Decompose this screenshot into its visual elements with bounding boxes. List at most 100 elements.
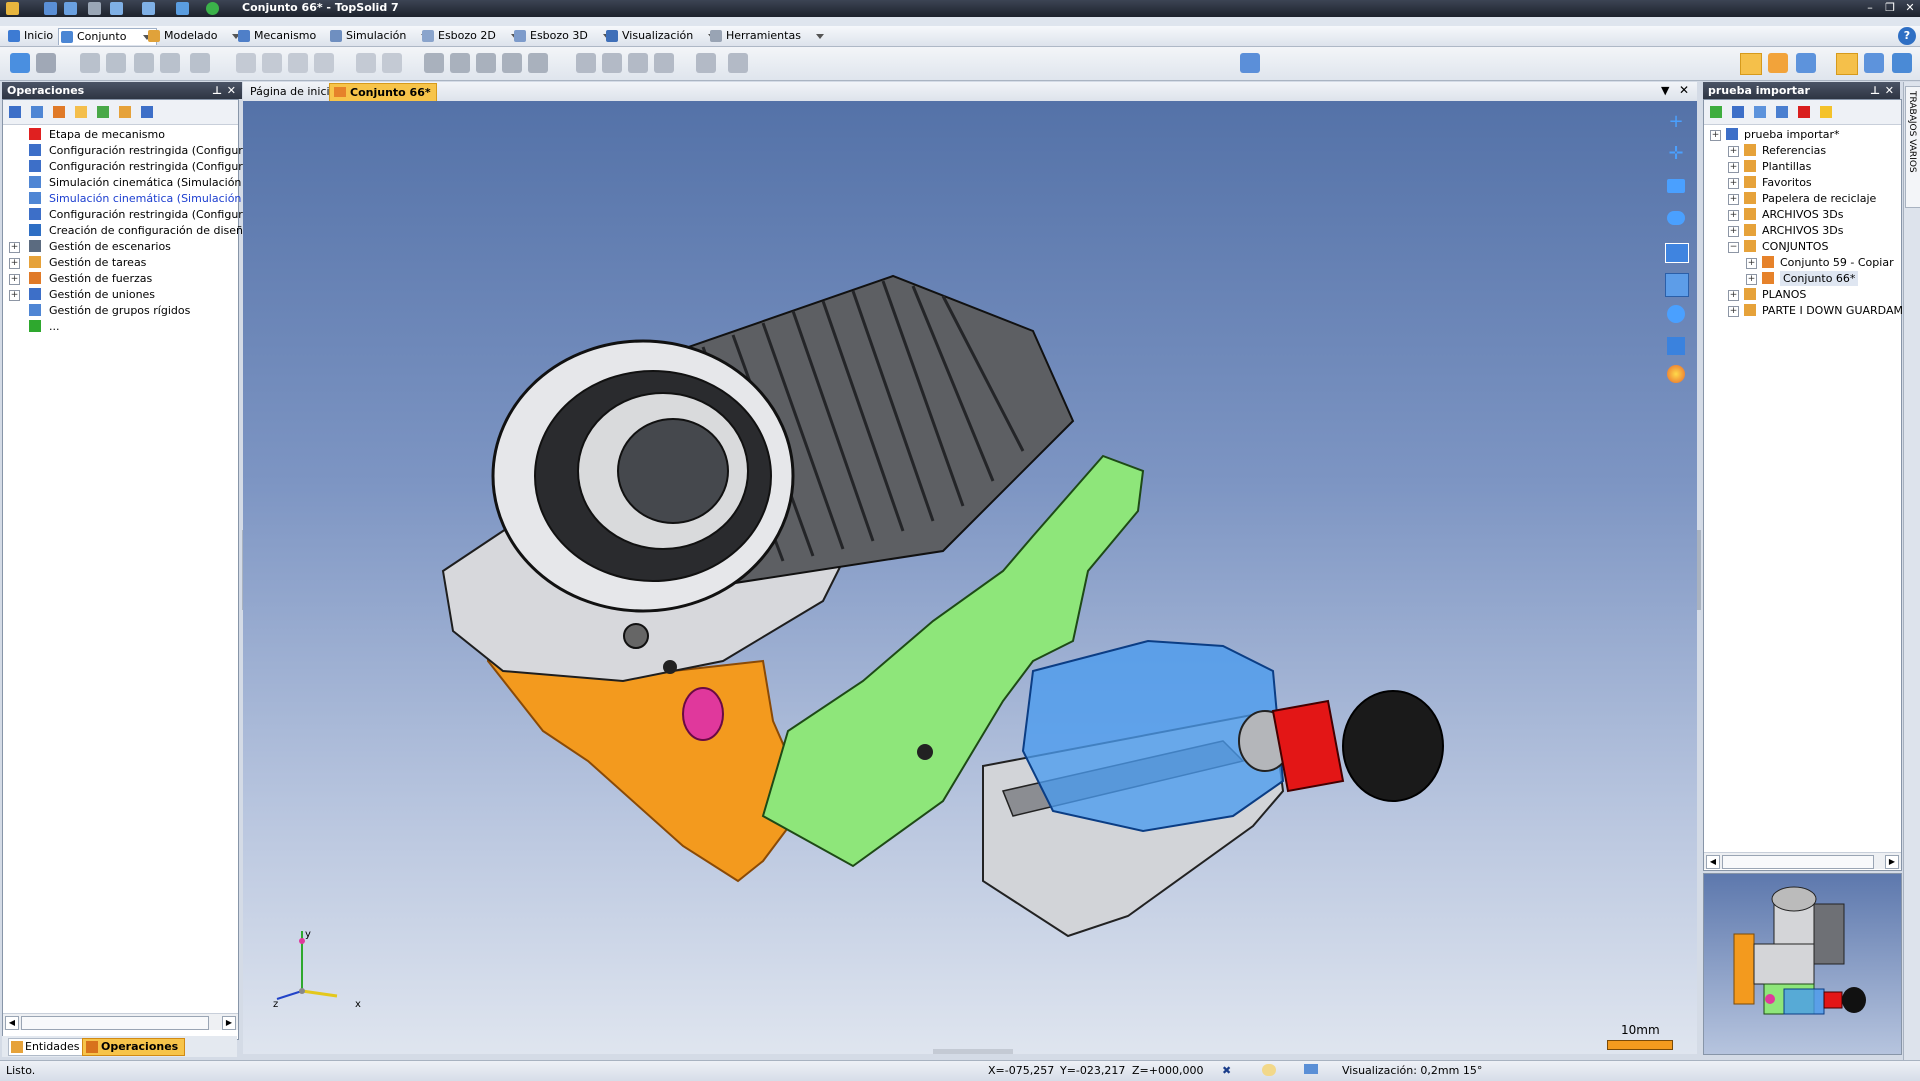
import-icon[interactable] [1732,106,1744,118]
motion-tool-icon[interactable] [356,53,376,73]
save-icon[interactable] [44,2,57,15]
tab-modelado[interactable]: Modelado [146,28,245,44]
operation-item[interactable]: Creación de configuración de diseño [3,223,250,238]
minimize-button[interactable]: – [1862,1,1878,15]
filter-icon[interactable] [9,106,21,118]
close-icon[interactable]: ✕ [1885,82,1894,99]
measure-tool-icon[interactable] [696,53,716,73]
snap-toggle-icon[interactable]: ✖ [1222,1064,1231,1077]
scroll-right-icon[interactable]: ▶ [1885,855,1899,869]
project-item[interactable]: + ARCHIVOS 3Ds [1704,223,1901,238]
tab-list-icon[interactable]: ▼ [1661,84,1669,97]
project-item[interactable]: + Conjunto 66* [1704,271,1901,286]
measure-tool-icon[interactable] [728,53,748,73]
expand-icon[interactable]: + [1728,178,1739,189]
operation-item[interactable]: Simulación cinemática (Simulación 2) [3,175,256,190]
layout-icon[interactable] [1836,53,1858,75]
expand-icon[interactable]: + [9,290,20,301]
pattern-tool-icon[interactable] [502,53,522,73]
project-item[interactable]: + PLANOS [1704,287,1901,302]
operation-item[interactable]: + Gestión de uniones [3,287,238,302]
pan-icon[interactable]: + [1667,113,1685,131]
tab-conjunto-66[interactable]: Conjunto 66* [329,83,437,102]
expand-icon[interactable]: + [1746,258,1757,269]
coordinate-system-icon[interactable] [1240,53,1260,73]
layout-icon[interactable] [1892,53,1912,73]
sketch-tool-icon[interactable] [236,53,256,73]
close-button[interactable]: ✕ [1902,1,1918,15]
group-icon[interactable] [119,106,131,118]
insert-part-icon[interactable] [10,53,30,73]
expand-icon[interactable]: + [9,242,20,253]
flag-icon[interactable] [1798,106,1810,118]
project-item[interactable]: + prueba importar* [1704,127,1901,142]
expand-icon[interactable]: + [1728,226,1739,237]
undo-icon[interactable] [110,2,123,15]
save-all-icon[interactable] [64,2,77,15]
expand-icon[interactable]: + [1728,146,1739,157]
pin-icon[interactable]: ⊥ [1870,82,1880,99]
expand-icon[interactable]: + [1728,194,1739,205]
horizontal-scrollbar[interactable]: ◀ ▶ [1704,852,1901,869]
close-document-icon[interactable]: ✕ [1679,83,1689,97]
tab-home-page[interactable]: Página de inicio [245,83,341,100]
project-item[interactable]: + Referencias [1704,143,1901,158]
project-item[interactable]: + Favoritos [1704,175,1901,190]
sketch-tool-icon[interactable] [288,53,308,73]
scroll-left-icon[interactable]: ◀ [5,1016,19,1030]
color-palette-icon[interactable] [1667,365,1685,383]
expand-icon[interactable]: + [1746,274,1757,285]
tab-operaciones[interactable]: Operaciones [82,1038,186,1056]
zoom-window-icon[interactable] [1667,305,1685,323]
app-logo-icon[interactable] [6,2,19,15]
rotate-icon[interactable]: ✛ [1667,145,1685,163]
light-icon[interactable] [1262,1064,1276,1076]
zoom-fit-icon[interactable] [1665,273,1689,297]
zoom-icon[interactable] [1667,179,1685,193]
filter-icon[interactable] [1768,53,1788,73]
project-item[interactable]: − CONJUNTOS [1704,239,1901,254]
operation-item[interactable]: ... [3,319,238,334]
3d-viewport[interactable]: + ✛ y x z 10mm [243,101,1697,1054]
remove-part-icon[interactable] [36,53,56,73]
tab-esbozo-3d[interactable]: Esbozo 3D [512,28,616,44]
scroll-left-icon[interactable]: ◀ [1706,855,1720,869]
scroll-right-icon[interactable]: ▶ [222,1016,236,1030]
shading-icon[interactable] [1667,337,1685,355]
user-icon[interactable] [176,2,189,15]
pin-icon[interactable]: ⊥ [212,82,222,99]
view-orient-icon[interactable] [1667,211,1685,225]
chevron-down-icon[interactable] [815,32,825,40]
tab-herramientas[interactable]: Herramientas [708,28,829,44]
project-item[interactable]: + PARTE I DOWN GUARDAMANOS [1704,303,1920,318]
operation-item[interactable]: + Gestión de escenarios [3,239,238,254]
insert-icon[interactable] [75,106,87,118]
redo-icon[interactable] [142,2,155,15]
operation-item[interactable]: + Gestión de fuerzas [3,271,238,286]
sketch-tool-icon[interactable] [314,53,334,73]
constraint-tool-icon[interactable] [160,53,180,73]
layers-icon[interactable] [1776,106,1788,118]
analysis-tool-icon[interactable] [602,53,622,73]
operation-item[interactable]: Configuración restringida (Configuración [3,159,272,174]
operation-item[interactable]: Configuración restringida (Configuración [3,143,272,158]
expand-icon[interactable]: + [1710,130,1721,141]
snap-icon[interactable] [1796,53,1816,73]
tab-visualizacion[interactable]: Visualización [604,28,721,44]
sketch-tool-icon[interactable] [262,53,282,73]
expand-icon[interactable]: + [1728,306,1739,317]
layout-icon[interactable] [1864,53,1884,73]
close-icon[interactable]: ✕ [227,82,236,99]
thumbnail-preview[interactable] [1703,873,1902,1055]
splitter-handle[interactable] [1697,530,1701,610]
analysis-tool-icon[interactable] [576,53,596,73]
project-item[interactable]: + Conjunto 59 - Copiar [1704,255,1901,270]
display-mode-icon[interactable] [1304,1064,1318,1074]
tree-icon[interactable] [31,106,43,118]
select-mode-icon[interactable] [1740,53,1762,75]
constraint-tool-icon[interactable] [106,53,126,73]
pattern-tool-icon[interactable] [424,53,444,73]
tab-esbozo-2d[interactable]: Esbozo 2D [420,28,524,44]
pattern-tool-icon[interactable] [476,53,496,73]
operation-item[interactable]: Etapa de mecanismo [3,127,238,142]
